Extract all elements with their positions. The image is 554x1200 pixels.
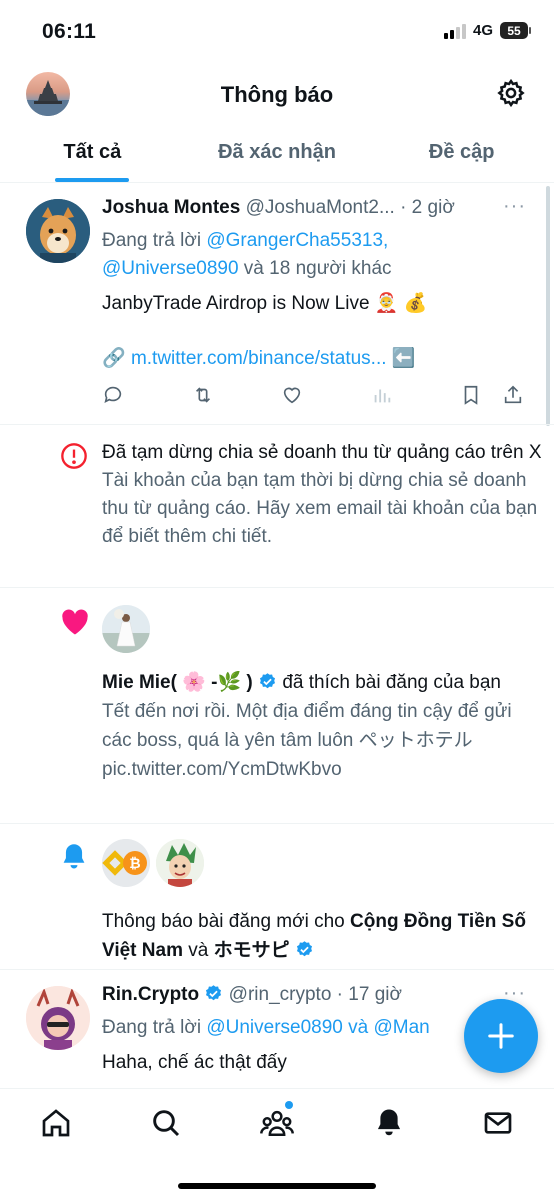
header: Thông báo [0, 62, 554, 126]
plus-icon [488, 1023, 514, 1049]
user-avatar[interactable] [26, 986, 90, 1050]
heart-icon [60, 608, 90, 636]
reply-user-link[interactable]: @GrangerCha55313, [206, 230, 388, 251]
tweet-time: · 17 giờ [336, 984, 402, 1005]
liked-post-text: Tết đến nơi rồi. Một địa điểm đáng tin c… [102, 701, 512, 780]
alert-content: Đã tạm dừng chia sẻ doanh thu từ quảng c… [102, 439, 542, 551]
tab-verified[interactable]: Đã xác nhận [185, 126, 370, 182]
bookmark-icon[interactable] [460, 384, 484, 408]
tweet-header: Joshua Montes @JoshuaMont2... · 2 giờ [102, 197, 455, 219]
user-avatar-binance[interactable]: ₿ [102, 839, 150, 887]
home-indicator[interactable] [178, 1183, 376, 1189]
like-headline: Mie Mie( 🌸 -🌿 ) đã thích bài đăng của bạ… [102, 668, 532, 697]
reply-user-link[interactable]: @Universe0890 và @Man [206, 1017, 429, 1038]
reply-context-2: @Universe0890 và 18 người khác [102, 255, 392, 283]
tab-all[interactable]: Tất cả [0, 126, 185, 182]
search-icon[interactable] [150, 1107, 182, 1139]
reply-prefix: Đang trả lời [102, 230, 207, 251]
tweet-time: · 2 giờ [400, 197, 455, 218]
new-post-joiner: và [182, 940, 214, 961]
reply-user-link-2[interactable]: @Universe0890 [102, 258, 239, 279]
user-avatar-anime[interactable] [156, 839, 204, 887]
alert-title: Đã tạm dừng chia sẻ doanh thu từ quảng c… [102, 442, 542, 463]
signal-icon [443, 23, 466, 39]
settings-gear-icon[interactable] [496, 78, 526, 108]
reply-context: Đang trả lời @GrangerCha55313, [102, 227, 388, 255]
compose-button[interactable] [464, 999, 538, 1073]
like-notification[interactable]: Mie Mie( 🌸 -🌿 ) đã thích bài đăng của bạ… [0, 588, 554, 824]
tweet-actions [102, 384, 526, 410]
reply-icon[interactable] [102, 384, 126, 408]
alert-icon [60, 442, 88, 470]
author-handle: @rin_crypto [228, 984, 332, 1005]
battery-icon: 55 [500, 22, 531, 39]
tweet-text: JanbyTrade Airdrop is Now Live 🤶 💰 [102, 293, 428, 314]
subscribed-account-2[interactable]: ホモサピ [214, 940, 290, 961]
notification-tabs: Tất cả Đã xác nhận Đề cập [0, 126, 554, 183]
tweet-link[interactable]: m.twitter.com/binance/status... [131, 348, 387, 369]
tweet-header: Rin.Crypto @rin_crypto · 17 giờ [102, 984, 402, 1006]
author-name[interactable]: Joshua Montes [102, 197, 240, 218]
share-icon[interactable] [502, 384, 526, 408]
more-options-button[interactable]: ··· [503, 195, 526, 218]
author-name[interactable]: Rin.Crypto [102, 984, 199, 1005]
user-avatar[interactable] [26, 199, 90, 263]
messages-icon[interactable] [482, 1107, 514, 1139]
tab-mentions[interactable]: Đề cập [369, 126, 554, 182]
reply-prefix: Đang trả lời [102, 1017, 207, 1038]
communities-icon[interactable] [260, 1107, 294, 1139]
reply-suffix: và 18 người khác [238, 258, 392, 279]
monetization-alert[interactable]: Đã tạm dừng chia sẻ doanh thu từ quảng c… [0, 425, 554, 588]
reply-context: Đang trả lời @Universe0890 và @Man [102, 1014, 430, 1042]
status-indicators: 4G 55 [443, 22, 531, 39]
new-activity-dot [285, 1101, 293, 1109]
tweet-text: Haha, chế ác thật đấy [102, 1052, 287, 1073]
new-post-content: Thông báo bài đăng mới cho Cộng Đồng Tiề… [102, 907, 532, 965]
like-action: đã thích bài đăng của bạn [277, 672, 502, 693]
verified-badge-icon [296, 941, 312, 957]
home-icon[interactable] [40, 1107, 72, 1139]
like-content: Mie Mie( 🌸 -🌿 ) đã thích bài đăng của bạ… [102, 668, 532, 784]
user-avatar[interactable] [102, 605, 150, 653]
views-icon[interactable] [371, 384, 395, 408]
status-time: 06:11 [42, 20, 97, 43]
link-emoji: 🔗 [102, 348, 126, 369]
alert-body: Tài khoản của bạn tạm thời bị dừng chia … [102, 470, 538, 547]
author-handle: @JoshuaMont2... [245, 197, 395, 218]
tweet-link-line: 🔗 m.twitter.com/binance/status... ⬅️ [102, 345, 415, 373]
verified-badge-icon [260, 673, 276, 689]
arrow-emoji: ⬅️ [391, 348, 416, 369]
bell-icon [60, 842, 88, 872]
verified-badge-icon [206, 985, 222, 1001]
status-bar: 06:11 4G 55 [0, 0, 554, 62]
svg-text:₿: ₿ [129, 856, 140, 872]
retweet-icon[interactable] [191, 384, 215, 408]
network-type: 4G [472, 22, 493, 39]
liker-name[interactable]: Mie Mie( 🌸 -🌿 ) [102, 672, 253, 693]
notification-feed: Joshua Montes @JoshuaMont2... · 2 giờ ··… [0, 183, 554, 1088]
reply-notification[interactable]: Joshua Montes @JoshuaMont2... · 2 giờ ··… [0, 183, 554, 425]
notifications-bell-icon[interactable] [373, 1107, 405, 1139]
new-post-notification[interactable]: ₿ Thông báo bài đăng mới cho Cộng Đồng T… [0, 824, 554, 970]
like-icon[interactable] [281, 384, 305, 408]
new-post-prefix: Thông báo bài đăng mới cho [102, 911, 351, 932]
page-title: Thông báo [220, 82, 334, 107]
